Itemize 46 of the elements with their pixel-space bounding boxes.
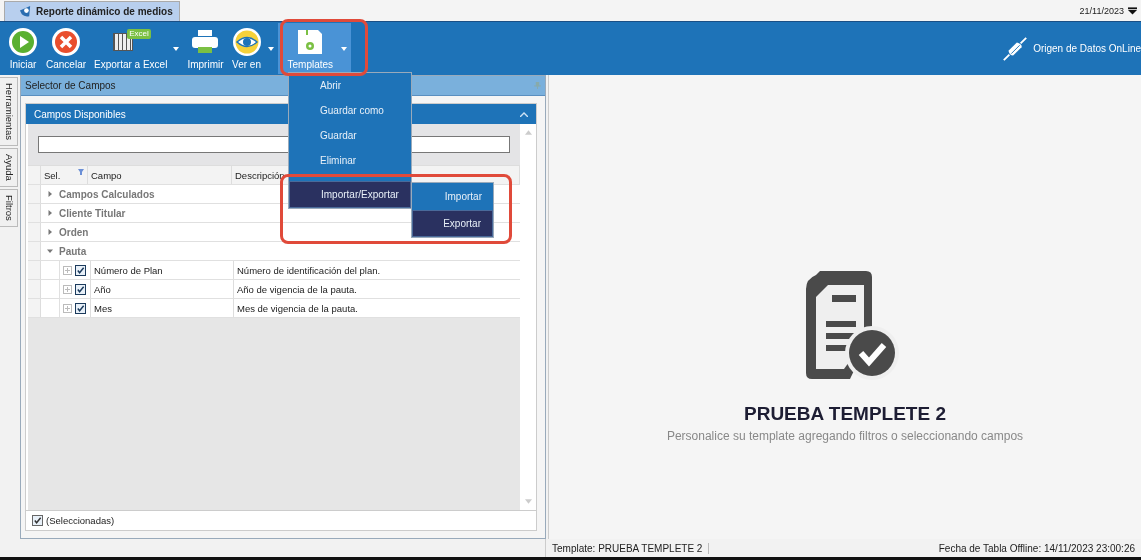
filter-label: (Seleccionadas) <box>46 515 115 526</box>
group-title: Campos Disponibles <box>34 108 126 120</box>
date-label: 21/11/2023 <box>1079 5 1124 16</box>
toolbar-button[interactable]: Excel Exportar a Excel <box>90 23 172 74</box>
caret-icon[interactable] <box>1128 6 1137 15</box>
toolbar-button[interactable]: Cancelar <box>42 23 91 74</box>
template-title: PRUEBA TEMPLETE 2 <box>744 403 946 425</box>
template-hint: Personalice su template agregando filtros o seleccionando campos <box>666 429 1024 443</box>
side-tab[interactable]: Herramientas <box>0 77 18 147</box>
checkbox[interactable] <box>75 264 86 276</box>
cancel-icon <box>51 27 81 57</box>
chevron-icon[interactable] <box>520 111 528 117</box>
menu-item[interactable]: Guardar <box>289 123 411 148</box>
side-tab[interactable]: Filtros <box>0 188 18 227</box>
expander-icon <box>47 191 53 197</box>
table-cell: Número de Plan <box>90 261 233 279</box>
document-tab[interactable]: Reporte dinámico de medios <box>4 1 180 21</box>
expander-icon <box>47 229 53 235</box>
play-icon <box>8 27 38 57</box>
menu-item[interactable]: Importar/Exportar <box>289 181 411 208</box>
expander-icon <box>47 248 53 254</box>
filter-icon[interactable] <box>78 169 84 175</box>
checkbox[interactable] <box>75 302 86 314</box>
status-text: Fecha de Tabla Offline: 14/11/2023 23:00:26 <box>938 542 1135 554</box>
menu-item[interactable]: Importar <box>412 183 493 210</box>
checkbox[interactable] <box>75 283 86 295</box>
toolbar-button[interactable]: Iniciar <box>4 23 42 74</box>
column-header[interactable]: Sel. <box>41 166 88 184</box>
plug-icon <box>1001 34 1030 63</box>
expander-icon <box>47 210 53 216</box>
menu-item[interactable]: Guardar como <box>289 98 411 123</box>
menu-item[interactable]: Exportar <box>412 210 493 237</box>
menu-item[interactable]: Abrir <box>289 73 411 98</box>
app-logo-icon <box>19 5 32 18</box>
column-header[interactable]: Campo <box>88 166 232 184</box>
toolbar-button[interactable]: Ver en <box>227 23 266 74</box>
toolbar-button[interactable]: Imprimir <box>183 23 228 74</box>
table-cell: Año <box>90 280 233 298</box>
table-cell: Mes <box>90 299 233 317</box>
side-tab[interactable]: Ayuda <box>0 148 18 187</box>
checkbox[interactable] <box>32 515 43 526</box>
data-source-label[interactable]: Origen de Datos OnLine <box>1033 43 1141 54</box>
panel-title: Selector de Campos <box>25 80 116 91</box>
eye-icon <box>231 27 262 57</box>
status-text: Template: PRUEBA TEMPLETE 2 <box>552 542 710 554</box>
toolbar-button[interactable]: Templates <box>277 23 340 74</box>
